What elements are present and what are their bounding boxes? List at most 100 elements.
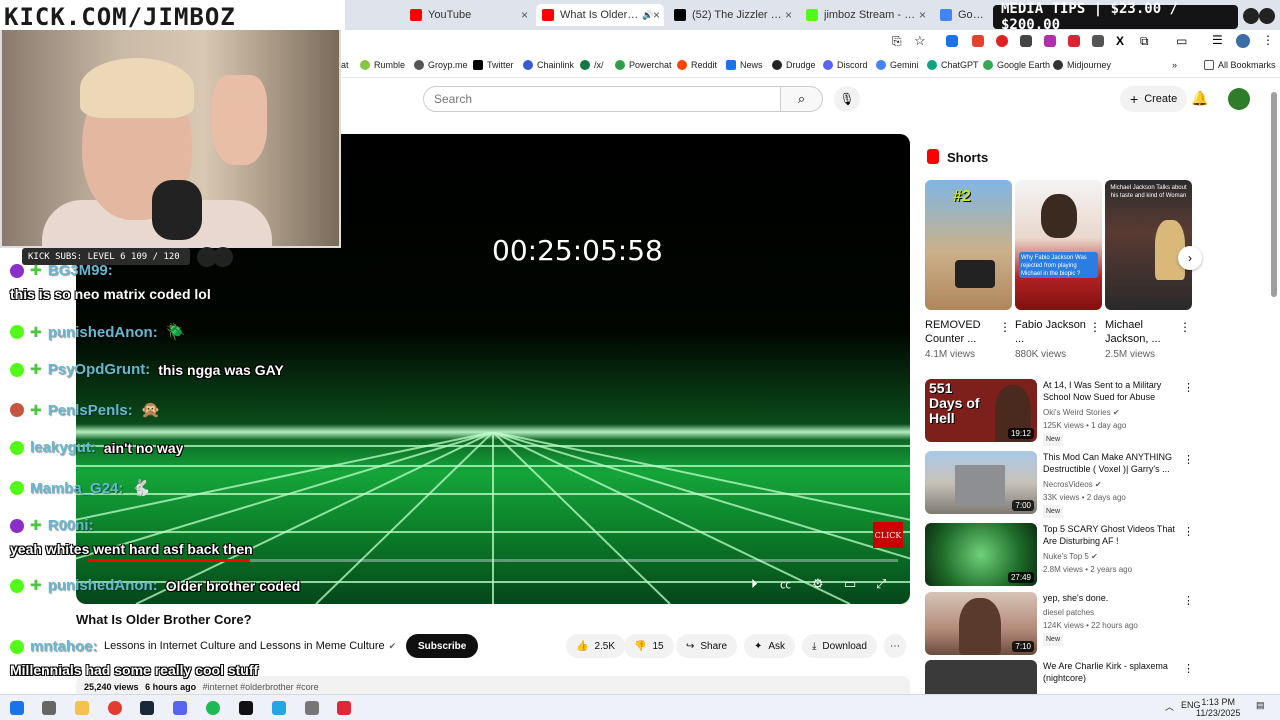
- discord-icon[interactable]: [173, 701, 187, 715]
- puzzle-icon[interactable]: ⧉: [1140, 34, 1149, 49]
- more-actions-button[interactable]: ⋯: [884, 634, 906, 658]
- theater-mode-icon[interactable]: ▭: [844, 576, 856, 592]
- bookmark-item[interactable]: Midjourney: [1053, 60, 1111, 70]
- dislike-button[interactable]: 👎 15: [624, 634, 674, 658]
- file-explorer-icon[interactable]: [75, 701, 89, 715]
- more-vertical-icon[interactable]: ⋮: [999, 320, 1011, 334]
- task-view-icon[interactable]: [42, 701, 56, 715]
- close-icon[interactable]: ×: [785, 8, 792, 22]
- notification-icon[interactable]: ▤: [1256, 700, 1265, 711]
- bookmark-item[interactable]: Groyp.me: [414, 60, 468, 70]
- recommended-item[interactable]: 27:49 Top 5 SCARY Ghost Videos That Are …: [925, 523, 1195, 587]
- spotify-icon[interactable]: [206, 701, 220, 715]
- cast-icon[interactable]: ▭: [1176, 34, 1187, 48]
- bookmark-item[interactable]: Google Earth: [983, 60, 1050, 70]
- reading-list-icon[interactable]: ☰: [1212, 33, 1223, 47]
- settings-gear-icon[interactable]: ⚙: [812, 576, 824, 592]
- close-icon[interactable]: ×: [919, 8, 926, 22]
- channel-name[interactable]: Oki's Weird Stories: [1043, 408, 1111, 417]
- more-vertical-icon[interactable]: ⋮: [1183, 594, 1194, 607]
- extension-icon[interactable]: [1020, 35, 1032, 47]
- bookmark-item[interactable]: at: [341, 60, 349, 70]
- bookmarks-overflow[interactable]: »: [1172, 60, 1177, 70]
- bookmark-item[interactable]: /x/: [580, 60, 604, 70]
- install-icon[interactable]: ⎘: [892, 34, 902, 49]
- tab-x[interactable]: (52) The Jizzler on X: "M ×: [668, 4, 796, 26]
- telegram-icon[interactable]: [272, 701, 286, 715]
- channel-name[interactable]: diesel patches: [1043, 608, 1094, 617]
- recommended-item[interactable]: 551 Days of Hell 19:12 At 14, I Was Sent…: [925, 379, 1195, 446]
- shorts-next-button[interactable]: ›: [1178, 246, 1202, 270]
- bookmark-item[interactable]: Discord: [823, 60, 868, 70]
- hashtags[interactable]: #internet #olderbrother #core: [203, 682, 319, 692]
- video-thumbnail[interactable]: 27:49: [925, 523, 1037, 586]
- channel-name[interactable]: NecrosVideos: [1043, 480, 1093, 489]
- tab-google[interactable]: Goog: [934, 4, 990, 26]
- video-thumbnail[interactable]: 551 Days of Hell 19:12: [925, 379, 1037, 442]
- captions-icon[interactable]: ㏄: [780, 576, 791, 592]
- autoplay-toggle-icon[interactable]: ⏵: [751, 576, 758, 592]
- tab-kick[interactable]: jimboz Stream - Watch ×: [800, 4, 930, 26]
- x-extension-icon[interactable]: X: [1116, 34, 1124, 48]
- short-thumbnail[interactable]: Why Fabio Jackson Was rejected from play…: [1015, 180, 1102, 310]
- short-thumbnail[interactable]: Michael Jackson Talks about his taste an…: [1105, 180, 1192, 310]
- extension-icon[interactable]: [1044, 35, 1056, 47]
- menu-icon[interactable]: ⋮: [1262, 33, 1274, 47]
- extension-icon[interactable]: [1068, 35, 1080, 47]
- notifications-bell-icon[interactable]: 🔔: [1191, 90, 1208, 107]
- more-vertical-icon[interactable]: ⋮: [1183, 381, 1194, 394]
- bookmark-item[interactable]: Rumble: [360, 60, 405, 70]
- more-vertical-icon[interactable]: ⋮: [1179, 320, 1191, 334]
- extension-icon[interactable]: [946, 35, 958, 47]
- bookmark-item[interactable]: Twitter: [473, 60, 514, 70]
- tray-chevron-icon[interactable]: ︿: [1165, 700, 1174, 713]
- extension-icon[interactable]: [972, 35, 984, 47]
- create-button[interactable]: + Create: [1120, 86, 1188, 112]
- ask-button[interactable]: ✦ Ask: [744, 634, 796, 658]
- app-icon[interactable]: [305, 701, 319, 715]
- bookmark-item[interactable]: Drudge: [772, 60, 816, 70]
- recommended-item[interactable]: We Are Charlie Kirk - splaxema (nightcor…: [925, 660, 1195, 694]
- page-scrollbar[interactable]: [1271, 92, 1277, 297]
- adobe-icon[interactable]: [337, 701, 351, 715]
- profile-avatar[interactable]: [1236, 34, 1250, 48]
- more-vertical-icon[interactable]: ⋮: [1183, 525, 1194, 538]
- bookmark-item[interactable]: News: [726, 60, 763, 70]
- close-icon[interactable]: ×: [653, 8, 660, 22]
- video-thumbnail[interactable]: 7:10: [925, 592, 1037, 655]
- share-button[interactable]: ↪ Share: [676, 634, 738, 658]
- extension-icon[interactable]: [996, 35, 1008, 47]
- search-input[interactable]: Search: [423, 86, 781, 112]
- channel-name[interactable]: Nuke's Top 5: [1043, 552, 1089, 561]
- bookmark-item[interactable]: Gemini: [876, 60, 919, 70]
- bookmark-star-icon[interactable]: ☆: [914, 33, 926, 49]
- voice-search-button[interactable]: 🎙: [834, 86, 860, 112]
- video-thumbnail[interactable]: [925, 660, 1037, 694]
- more-vertical-icon[interactable]: ⋮: [1183, 662, 1194, 675]
- subscribe-button[interactable]: Subscribe: [406, 634, 479, 658]
- recommended-item[interactable]: 7:10 yep, she's done. diesel patches 124…: [925, 592, 1195, 656]
- all-bookmarks[interactable]: All Bookmarks: [1204, 60, 1276, 70]
- tab-youtube[interactable]: YouTube ×: [404, 4, 532, 26]
- search-button[interactable]: ⌕: [781, 86, 823, 112]
- click-badge[interactable]: CLICK: [873, 522, 903, 548]
- system-clock[interactable]: 1:13 PM 11/23/2025: [1196, 697, 1240, 719]
- like-button[interactable]: 👍 2.5K: [566, 634, 626, 658]
- tab-older-brother[interactable]: What Is Older Broth 🔊 ×: [536, 4, 664, 26]
- bookmark-item[interactable]: Reddit: [677, 60, 717, 70]
- short-item[interactable]: Why Fabio Jackson Was rejected from play…: [1015, 180, 1102, 360]
- close-icon[interactable]: ×: [521, 8, 528, 22]
- extension-icon[interactable]: [1092, 35, 1104, 47]
- download-button[interactable]: ⤓ Download: [802, 634, 877, 658]
- chrome-icon[interactable]: [108, 701, 122, 715]
- account-avatar[interactable]: [1228, 88, 1250, 110]
- bookmark-item[interactable]: ChatGPT: [927, 60, 979, 70]
- video-thumbnail[interactable]: 7:00: [925, 451, 1037, 514]
- speaker-icon[interactable]: 🔊: [642, 10, 653, 21]
- more-vertical-icon[interactable]: ⋮: [1089, 320, 1101, 334]
- start-windows-icon[interactable]: [10, 701, 24, 715]
- short-item[interactable]: Michael Jackson Talks about his taste an…: [1105, 180, 1192, 360]
- terminal-icon[interactable]: [239, 701, 253, 715]
- fullscreen-icon[interactable]: ⤢: [876, 576, 886, 592]
- short-item[interactable]: #2 REMOVED Counter ... 4.1M views ⋮: [925, 180, 1012, 360]
